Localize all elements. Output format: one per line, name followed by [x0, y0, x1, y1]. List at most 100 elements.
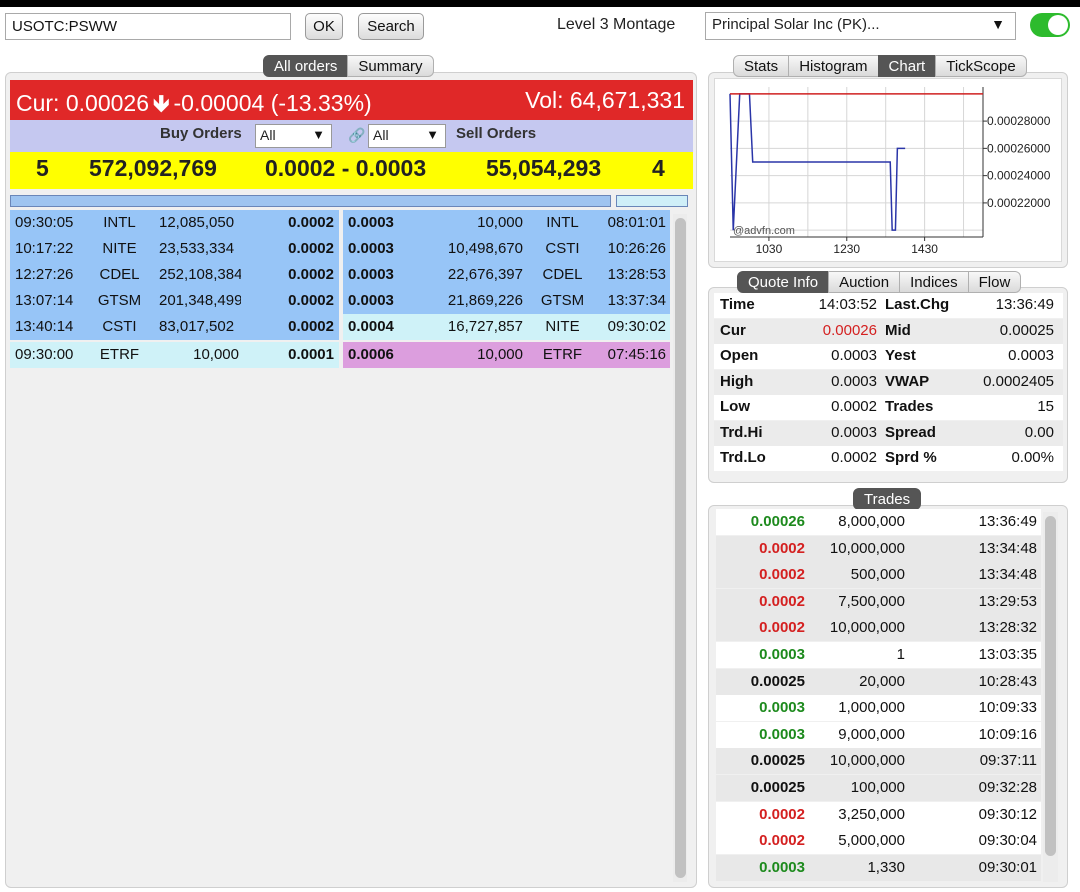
- tab-chart[interactable]: Chart: [877, 55, 937, 77]
- buy-filter-value: All: [260, 127, 276, 143]
- trade-size: 7,500,000: [838, 592, 905, 610]
- tab-trades[interactable]: Trades: [853, 488, 922, 510]
- quote-value: 15: [1037, 398, 1054, 415]
- tab-all-orders[interactable]: All orders: [263, 55, 349, 77]
- trade-row[interactable]: 0.00025 20,000 10:28:43: [716, 668, 1041, 695]
- trade-time: 09:37:11: [979, 752, 1037, 770]
- trade-row[interactable]: 0.00025 10,000,000 09:37:11: [716, 748, 1041, 775]
- ok-button[interactable]: OK: [305, 13, 343, 40]
- sell-order-row[interactable]: 0.0003 21,869,226 GTSM 13:37:34: [343, 288, 670, 314]
- quote-value: 0.0002: [831, 398, 877, 415]
- tab-auction[interactable]: Auction: [828, 271, 901, 293]
- quote-label: Sprd %: [885, 449, 937, 466]
- trade-size: 3,250,000: [838, 805, 905, 823]
- trade-row[interactable]: 0.0002 500,000 13:34:48: [716, 562, 1041, 589]
- order-price: 0.0002: [288, 318, 334, 335]
- dropdown-arrow-icon: ▼: [426, 127, 439, 142]
- quote-tabs: Quote Info Auction Indices Flow: [737, 271, 1022, 293]
- dropdown-arrow-icon: ▼: [991, 16, 1005, 32]
- trade-row[interactable]: 0.00026 8,000,000 13:36:49: [716, 509, 1041, 535]
- symbol-input[interactable]: [5, 13, 291, 40]
- order-price: 0.0003: [348, 214, 394, 231]
- sell-count: 4: [652, 155, 665, 181]
- quote-label: Trd.Hi: [720, 423, 763, 441]
- dropdown-arrow-icon: ▼: [312, 127, 325, 142]
- order-size: 10,000: [193, 346, 239, 363]
- buy-order-row[interactable]: 13:40:14 CSTI 83,017,502 0.0002: [10, 314, 339, 340]
- intraday-chart[interactable]: 0.00028000 0.00026000 0.00024000 0.00022000…: [714, 78, 1062, 262]
- trade-row[interactable]: 0.0003 1 13:03:35: [716, 642, 1041, 668]
- trade-price: 0.00026: [750, 513, 805, 530]
- trades-scrollbar-thumb[interactable]: [1045, 516, 1056, 856]
- live-toggle[interactable]: [1030, 13, 1070, 37]
- order-time: 13:07:14: [15, 292, 74, 309]
- sell-order-row[interactable]: 0.0004 16,727,857 NITE 09:30:02: [343, 314, 670, 340]
- y-tick-label: 0.00024000: [987, 169, 1051, 183]
- trade-size: 500,000: [850, 566, 905, 584]
- order-time: 13:40:14: [15, 318, 74, 335]
- order-price: 0.0002: [288, 266, 334, 283]
- x-tick-label: 1030: [756, 242, 783, 256]
- company-select[interactable]: Principal Solar Inc (PK)... ▼: [705, 12, 1016, 40]
- order-time: 13:37:34: [607, 292, 666, 309]
- order-size: 201,348,499: [159, 292, 241, 309]
- orders-filter-bar: Buy Orders All ▼ 🔗 All ▼ Sell Orders: [10, 120, 693, 152]
- sell-order-row[interactable]: 0.0003 10,000 INTL 08:01:01: [343, 210, 670, 236]
- trade-row[interactable]: 0.0003 9,000,000 10:09:16: [716, 721, 1041, 748]
- trade-price: 0.0003: [759, 725, 805, 743]
- order-time: 09:30:05: [15, 214, 74, 231]
- tab-tickscope[interactable]: TickScope: [935, 55, 1027, 77]
- tab-quote-info[interactable]: Quote Info: [737, 271, 830, 293]
- quote-label: Time: [720, 296, 755, 313]
- market-maker: CDEL: [99, 266, 140, 283]
- buy-order-row[interactable]: 12:27:26 CDEL 252,108,384 0.0002: [10, 262, 339, 288]
- trade-size: 9,000,000: [838, 725, 905, 743]
- trade-price: 0.00025: [750, 779, 805, 796]
- buy-order-row[interactable]: 09:30:00 ETRF 10,000 0.0001: [10, 342, 339, 368]
- sell-order-row[interactable]: 0.0003 22,676,397 CDEL 13:28:53: [343, 262, 670, 288]
- tab-flow[interactable]: Flow: [967, 271, 1022, 293]
- buy-order-row[interactable]: 10:17:22 NITE 23,533,334 0.0002: [10, 236, 339, 262]
- trade-time: 09:30:04: [978, 832, 1037, 850]
- trade-row[interactable]: 0.0002 5,000,000 09:30:04: [716, 828, 1041, 855]
- order-time: 13:28:53: [607, 266, 666, 283]
- quote-label: Spread: [885, 423, 936, 441]
- trade-row[interactable]: 0.0003 1,000,000 10:09:33: [716, 695, 1041, 722]
- trade-row[interactable]: 0.0002 7,500,000 13:29:53: [716, 588, 1041, 615]
- order-time: 09:30:00: [15, 346, 74, 363]
- tab-histogram[interactable]: Histogram: [788, 55, 879, 77]
- link-icon[interactable]: 🔗: [348, 127, 365, 144]
- trade-time: 13:29:53: [978, 592, 1037, 610]
- trade-time: 09:30:01: [978, 858, 1037, 876]
- buy-filter-select[interactable]: All ▼: [255, 124, 332, 148]
- trade-row[interactable]: 0.0002 10,000,000 13:28:32: [716, 615, 1041, 642]
- trade-row[interactable]: 0.00025 100,000 09:32:28: [716, 775, 1041, 801]
- trade-row[interactable]: 0.0002 10,000,000 13:34:48: [716, 535, 1041, 562]
- tab-indices[interactable]: Indices: [899, 271, 969, 293]
- tab-stats[interactable]: Stats: [733, 55, 790, 77]
- tab-summary[interactable]: Summary: [347, 55, 434, 77]
- trade-row[interactable]: 0.0003 1,330 09:30:01: [716, 854, 1041, 881]
- trade-time: 13:34:48: [978, 566, 1037, 584]
- trade-time: 13:28:32: [978, 619, 1037, 637]
- quote-value: 0.0002: [831, 449, 877, 466]
- trade-time: 09:32:28: [978, 779, 1037, 796]
- order-price: 0.0006: [348, 346, 394, 363]
- sell-order-row[interactable]: 0.0003 10,498,670 CSTI 10:26:26: [343, 236, 670, 262]
- order-price: 0.0003: [348, 266, 394, 283]
- trade-row[interactable]: 0.0002 3,250,000 09:30:12: [716, 801, 1041, 828]
- search-button[interactable]: Search: [358, 13, 424, 40]
- buy-order-row[interactable]: 09:30:05 INTL 12,085,050 0.0002: [10, 210, 339, 236]
- trade-time: 09:30:12: [978, 805, 1037, 823]
- trade-price: 0.0002: [759, 566, 805, 584]
- chart-svg: 0.00028000 0.00026000 0.00024000 0.00022000…: [729, 87, 1051, 256]
- sell-order-row[interactable]: 0.0006 10,000 ETRF 07:45:16: [343, 342, 670, 368]
- buy-order-row[interactable]: 13:07:14 GTSM 201,348,499 0.0002: [10, 288, 339, 314]
- orders-scrollbar-thumb[interactable]: [675, 218, 686, 878]
- company-select-value: Principal Solar Inc (PK)...: [712, 16, 880, 33]
- quote-row: Trd.Hi 0.0003 Spread 0.00: [714, 420, 1063, 446]
- quote-label: VWAP: [885, 372, 930, 390]
- market-maker: GTSM: [97, 292, 142, 309]
- trade-price: 0.0002: [759, 832, 805, 850]
- sell-filter-select[interactable]: All ▼: [368, 124, 446, 148]
